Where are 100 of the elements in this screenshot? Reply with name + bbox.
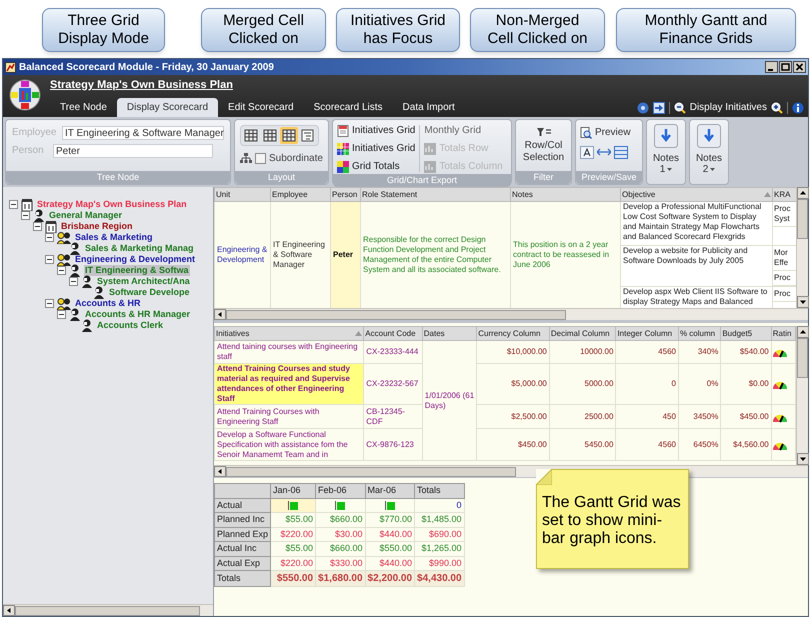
collapse-icon[interactable] <box>57 266 66 275</box>
zoom-out-icon[interactable] <box>674 102 686 114</box>
horizontal-scrollbar[interactable] <box>3 604 213 616</box>
table-cell: $1,680.00 <box>316 570 366 586</box>
tree-item[interactable]: Accounts & HR Manager <box>84 309 192 320</box>
column-header[interactable]: Objective <box>620 188 772 202</box>
collapse-icon[interactable] <box>45 255 54 264</box>
column-header[interactable]: % column <box>678 326 721 340</box>
collapse-icon[interactable] <box>21 211 30 220</box>
export-button[interactable]: Initiatives Grid <box>337 141 416 156</box>
checkbox[interactable] <box>255 153 266 164</box>
row-header: Planned Exp <box>214 527 271 542</box>
horizontal-scrollbar[interactable] <box>214 308 808 320</box>
column-header[interactable]: Account Code <box>364 326 422 340</box>
maximize-button[interactable] <box>779 61 792 73</box>
tree-item[interactable]: Sales & Marketing Manag <box>84 243 195 254</box>
disc-icon[interactable] <box>636 102 649 114</box>
minimize-button[interactable] <box>765 61 778 73</box>
column-header[interactable]: Initiatives <box>214 326 364 340</box>
table-cell[interactable]: Attend Training Courses with Engineering Staff <box>214 404 364 428</box>
column-header[interactable]: Totals <box>414 484 464 498</box>
tab[interactable]: Data Import <box>392 98 465 117</box>
scroll-up-button[interactable] <box>797 326 809 338</box>
tree-item[interactable]: System Architect/Ana <box>96 276 191 287</box>
row-height-icon[interactable] <box>614 146 628 159</box>
callout: Monthly Gantt and Finance Grids <box>616 8 796 52</box>
collapse-icon[interactable] <box>45 299 54 308</box>
column-header[interactable]: Feb-06 <box>316 484 366 498</box>
column-header[interactable]: Unit <box>214 188 270 202</box>
column-header[interactable]: Currency Column <box>476 326 550 340</box>
tree-item[interactable]: Accounts & HR <box>74 298 142 309</box>
window-title: Balanced Scorecard Module - Friday, 30 January 2009 <box>19 60 274 74</box>
collapse-icon[interactable] <box>9 200 18 209</box>
tree-item[interactable]: General Manager <box>48 210 124 221</box>
annotation-tooltip: The Gantt Grid was set to show mini-bar graph icons. <box>536 469 689 569</box>
scroll-down-button[interactable] <box>797 296 809 308</box>
tab[interactable]: Tree Node <box>50 98 117 117</box>
person-field[interactable]: Peter <box>53 144 213 158</box>
column-header[interactable]: Decimal Column <box>549 326 616 340</box>
collapse-icon[interactable] <box>45 233 54 242</box>
tree-item[interactable]: Sales & Marketing <box>74 232 154 243</box>
table-cell: $540.00 <box>720 340 772 364</box>
notes-button[interactable]: Notes 2 <box>689 119 729 185</box>
person-icon <box>69 264 81 277</box>
table-cell: 0% <box>678 364 721 404</box>
column-header[interactable]: Ratin <box>771 326 796 340</box>
grid-layout-button[interactable] <box>242 127 260 144</box>
export-button[interactable]: Grid Totals <box>337 159 416 174</box>
tree-item[interactable]: Engineering & Development <box>74 254 196 265</box>
export-button[interactable]: Monthly Grid <box>424 123 503 138</box>
scroll-left-button[interactable] <box>214 466 226 477</box>
column-header[interactable]: Budget5 <box>720 326 772 340</box>
info-icon[interactable] <box>792 102 804 114</box>
column-header[interactable]: Jan-06 <box>270 484 316 498</box>
tab[interactable]: Edit Scorecard <box>218 98 304 117</box>
grid-layout-button[interactable] <box>280 127 298 144</box>
close-button[interactable] <box>793 61 806 73</box>
vertical-scrollbar[interactable] <box>796 187 808 308</box>
notes-button[interactable]: Notes 1 <box>646 119 686 185</box>
column-header[interactable]: Dates <box>422 326 477 340</box>
column-header[interactable]: KRA <box>772 188 796 202</box>
arrow-right-icon[interactable] <box>652 102 665 114</box>
grid-layout-button[interactable] <box>261 127 279 144</box>
tree-item[interactable]: Brisbane Region <box>60 221 134 232</box>
plan-link[interactable]: Strategy Map's Own Business Plan <box>50 77 808 95</box>
preview-button[interactable]: Preview <box>580 125 638 140</box>
scroll-left-button[interactable] <box>214 309 226 320</box>
checkbox-label: Subordinate <box>269 152 323 166</box>
group-caption: Tree Node <box>6 171 230 184</box>
collapse-icon[interactable] <box>69 277 78 286</box>
row-col-selection-button[interactable]: Row/Col Selection <box>516 120 571 171</box>
table-cell: Develop aspx Web Client IIS Software to display Strategy Maps and Balanced <box>620 286 772 308</box>
building-icon <box>21 198 33 210</box>
scroll-down-button[interactable] <box>797 453 809 465</box>
group-caption: Filter <box>516 171 571 184</box>
collapse-icon[interactable] <box>57 310 66 319</box>
zoom-in-icon[interactable] <box>771 102 783 114</box>
group-caption: Layout <box>235 171 328 184</box>
tree-item[interactable]: Accounts Clerk <box>96 320 164 331</box>
scroll-up-button[interactable] <box>797 187 809 199</box>
tab[interactable]: Scorecard Lists <box>304 98 393 117</box>
column-header[interactable]: Role Statement <box>360 188 510 202</box>
column-header[interactable]: Notes <box>510 188 620 202</box>
mini-bar-icon <box>288 500 298 510</box>
table-cell[interactable]: Attend Training Courses and study material as required and Supervise attendances of other Engineering Staff <box>214 364 364 404</box>
export-button[interactable]: Initiatives Grid <box>337 123 416 138</box>
employee-field[interactable]: IT Engineering & Software Manager <box>62 126 224 140</box>
vertical-scrollbar[interactable] <box>796 326 808 465</box>
tree-item[interactable]: Software Develope <box>108 287 191 298</box>
column-header[interactable]: Mar-06 <box>365 484 415 498</box>
scroll-left-button[interactable] <box>3 605 15 616</box>
column-header[interactable]: Employee <box>270 188 330 202</box>
table-cell[interactable]: Develop a Software Functional Specification with assistance fom the Senoir Manamemt Team and in <box>214 428 364 460</box>
color-grid-icon <box>337 160 349 172</box>
font-icon[interactable] <box>580 146 594 159</box>
column-header[interactable]: Person <box>330 188 360 202</box>
column-header[interactable]: Integer Column <box>616 326 678 340</box>
table-cell: $550.00 <box>270 570 316 586</box>
tab[interactable]: Display Scorecard <box>116 98 218 117</box>
collapse-icon[interactable] <box>33 222 42 231</box>
